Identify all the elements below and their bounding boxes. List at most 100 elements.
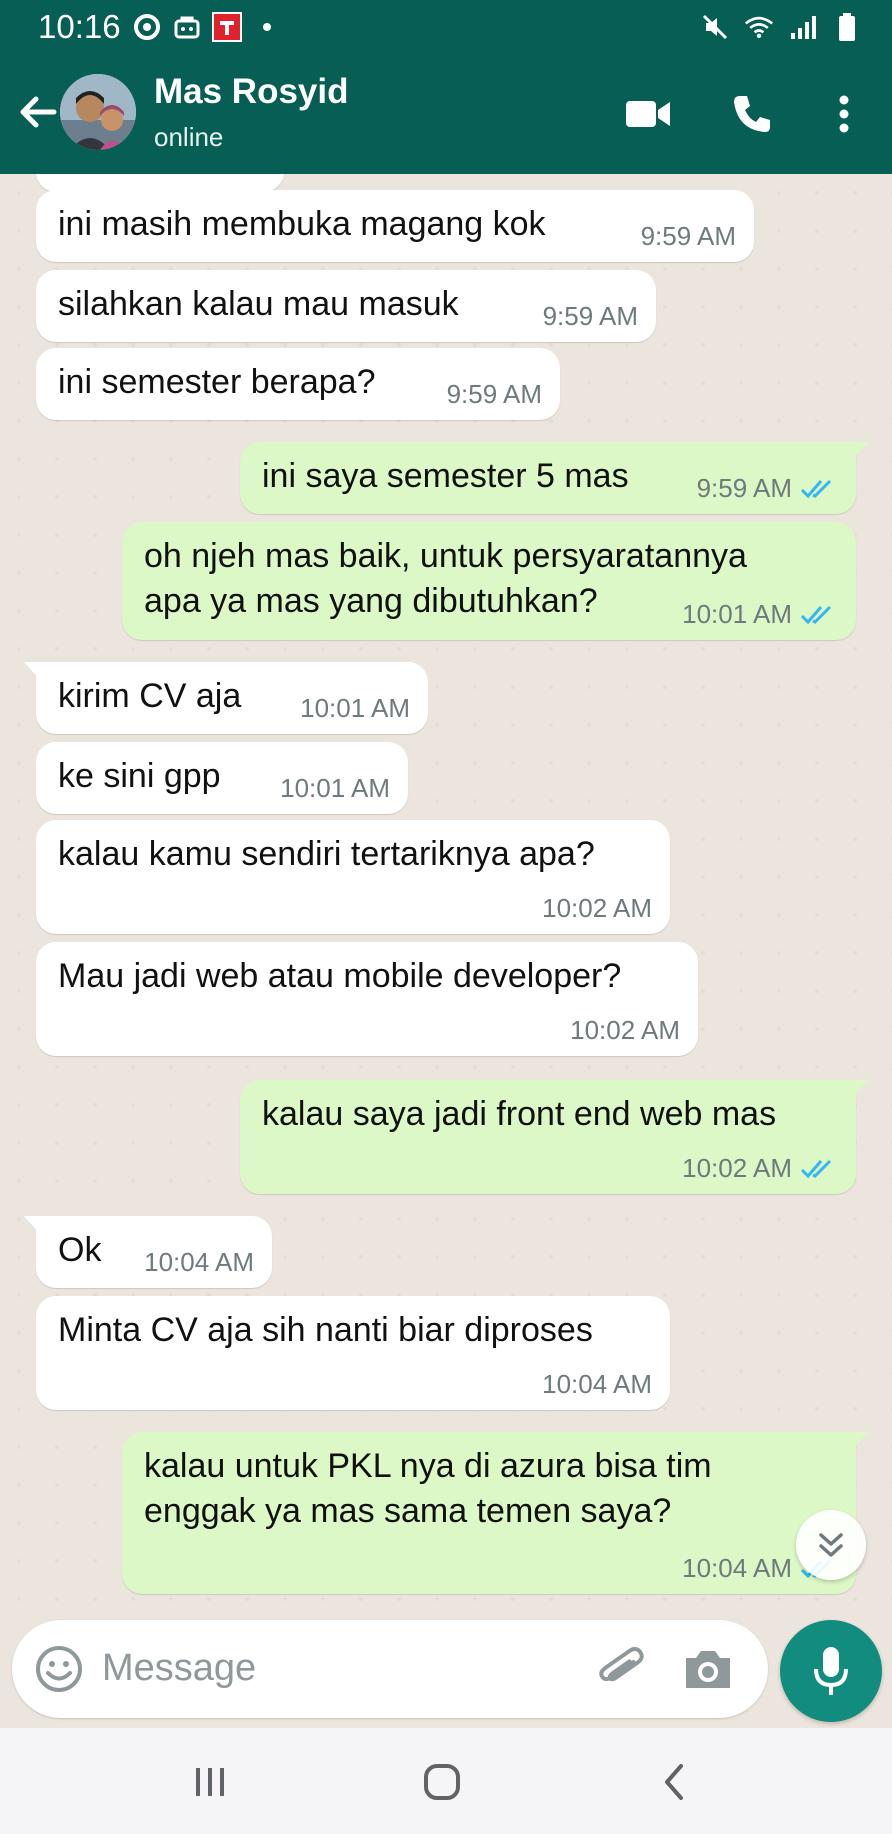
message-time: 10:02 AM <box>542 893 652 923</box>
message-list[interactable]: ini masih membuka magang kok 9:59 AM sil… <box>0 174 892 1624</box>
message-meta: 10:01 AM <box>682 599 838 630</box>
store-app-icon <box>172 12 202 42</box>
message-text: Mau jadi web atau mobile developer? <box>58 957 622 995</box>
message-bubble-incoming[interactable]: ini masih membuka magang kok 9:59 AM <box>36 190 754 262</box>
notification-icons <box>132 12 282 42</box>
message-time: 9:59 AM <box>640 221 736 251</box>
message-text: oh njeh mas baik, untuk persyaratannya a… <box>144 537 747 620</box>
chevron-left-icon <box>665 1764 683 1800</box>
contact-name[interactable]: Mas Rosyid <box>154 72 349 112</box>
more-notifications-dot-icon <box>252 12 282 42</box>
message-bubble-incoming[interactable]: Minta CV aja sih nanti biar diproses 10:… <box>36 1296 670 1410</box>
top-bar: 10:16 Mas Rosyid online <box>0 0 892 174</box>
message-bubble-incoming[interactable]: ini semester berapa? 9:59 AM <box>36 348 560 420</box>
message-meta: 10:01 AM <box>280 773 390 804</box>
message-bubble-incoming[interactable]: Mau jadi web atau mobile developer? 10:0… <box>36 942 698 1056</box>
message-text: kirim CV aja <box>58 677 242 715</box>
status-bar: 10:16 <box>0 0 892 54</box>
mic-icon <box>814 1647 848 1695</box>
camera-button[interactable] <box>682 1644 734 1694</box>
message-meta: 10:04 AM <box>144 1247 254 1278</box>
message-meta: 10:01 AM <box>300 693 410 724</box>
message-bubble-incoming[interactable]: silahkan kalau mau masuk 9:59 AM <box>36 270 656 342</box>
bubble-tail <box>24 662 40 680</box>
message-bubble-outgoing[interactable]: kalau saya jadi front end web mas 10:02 … <box>240 1080 868 1194</box>
bubble-tail <box>852 1432 868 1450</box>
message-time: 10:01 AM <box>682 599 792 629</box>
message-bubble-incoming[interactable]: ke sini gpp 10:01 AM <box>36 742 408 814</box>
message-text: ini saya semester 5 mas <box>262 457 629 495</box>
more-options-button[interactable] <box>816 86 872 142</box>
paperclip-icon <box>599 1646 644 1682</box>
chat-header: Mas Rosyid online <box>0 54 892 174</box>
bubble-tail <box>852 442 868 460</box>
message-bubble-incoming[interactable]: Ok 10:04 AM <box>24 1216 272 1288</box>
attach-button[interactable] <box>596 1644 646 1694</box>
message-time: 9:59 AM <box>542 301 638 331</box>
message-time: 10:02 AM <box>570 1015 680 1045</box>
message-meta: 9:59 AM <box>543 301 638 332</box>
telkomsel-app-icon <box>212 12 242 42</box>
message-meta: 10:04 AM <box>542 1369 652 1400</box>
message-meta: 9:59 AM <box>641 221 736 252</box>
voice-message-button[interactable] <box>780 1620 882 1722</box>
back-button[interactable] <box>14 88 62 136</box>
composer <box>0 1610 892 1728</box>
bubble-tail <box>852 1080 868 1098</box>
message-bubble-incoming[interactable]: kirim CV aja 10:01 AM <box>24 662 428 734</box>
message-time: 10:04 AM <box>144 1247 254 1277</box>
message-text: Minta CV aja sih nanti biar diproses <box>58 1311 593 1349</box>
message-meta: 9:59 AM <box>697 473 838 504</box>
message-time: 10:04 AM <box>542 1369 652 1399</box>
message-meta: 9:59 AM <box>447 379 542 410</box>
back-nav-button[interactable] <box>646 1758 702 1806</box>
more-vert-icon <box>839 95 849 133</box>
video-call-button[interactable] <box>620 86 676 142</box>
message-text: kalau saya jadi front end web mas <box>262 1095 777 1133</box>
emoji-button[interactable] <box>34 1644 84 1694</box>
system-nav-bar <box>0 1728 892 1834</box>
system-icons <box>700 12 862 42</box>
message-text: ini semester berapa? <box>58 363 376 401</box>
message-bubble-incoming[interactable]: kalau kamu sendiri tertariknya apa? 10:0… <box>36 820 670 934</box>
message-text: ke sini gpp <box>58 757 221 795</box>
bubble-tail <box>24 1216 40 1234</box>
message-time: 10:01 AM <box>300 693 410 723</box>
double-chevron-down-icon <box>819 1533 843 1557</box>
wifi-icon <box>744 12 774 42</box>
home-icon <box>424 1764 460 1800</box>
avatar[interactable] <box>60 74 136 150</box>
double-check-icon <box>800 605 832 624</box>
scroll-to-bottom-button[interactable] <box>796 1510 866 1580</box>
message-time: 9:59 AM <box>696 473 792 503</box>
message-meta: 10:02 AM <box>682 1153 838 1184</box>
voice-call-button[interactable] <box>724 86 780 142</box>
message-text: ini masih membuka magang kok <box>58 205 546 243</box>
message-time: 9:59 AM <box>446 379 542 409</box>
message-text: Ok <box>58 1231 102 1269</box>
phone-icon <box>734 96 770 132</box>
message-input[interactable] <box>102 1638 572 1698</box>
double-check-icon <box>800 479 832 498</box>
signal-icon <box>788 12 818 42</box>
message-time: 10:04 AM <box>682 1553 792 1583</box>
double-check-icon <box>800 1159 832 1178</box>
message-meta: 10:02 AM <box>542 893 652 924</box>
message-meta: 10:02 AM <box>570 1015 680 1046</box>
emoji-icon <box>36 1646 82 1692</box>
status-time: 10:16 <box>38 8 121 45</box>
message-time: 10:01 AM <box>280 773 390 803</box>
mute-icon <box>700 12 730 42</box>
home-button[interactable] <box>414 1758 470 1806</box>
notification-ring-icon <box>132 12 162 42</box>
battery-icon <box>832 12 862 42</box>
message-time: 10:02 AM <box>682 1153 792 1183</box>
composer-box <box>12 1620 768 1718</box>
message-bubble-outgoing[interactable]: oh njeh mas baik, untuk persyaratannya a… <box>122 522 856 640</box>
message-text: kalau untuk PKL nya di azura bisa tim en… <box>144 1447 712 1530</box>
recent-apps-icon <box>196 1768 224 1796</box>
message-bubble-outgoing[interactable]: kalau untuk PKL nya di azura bisa tim en… <box>122 1432 868 1594</box>
message-text: silahkan kalau mau masuk <box>58 285 459 323</box>
recent-apps-button[interactable] <box>182 1758 238 1806</box>
message-bubble-outgoing[interactable]: ini saya semester 5 mas 9:59 AM <box>240 442 868 514</box>
